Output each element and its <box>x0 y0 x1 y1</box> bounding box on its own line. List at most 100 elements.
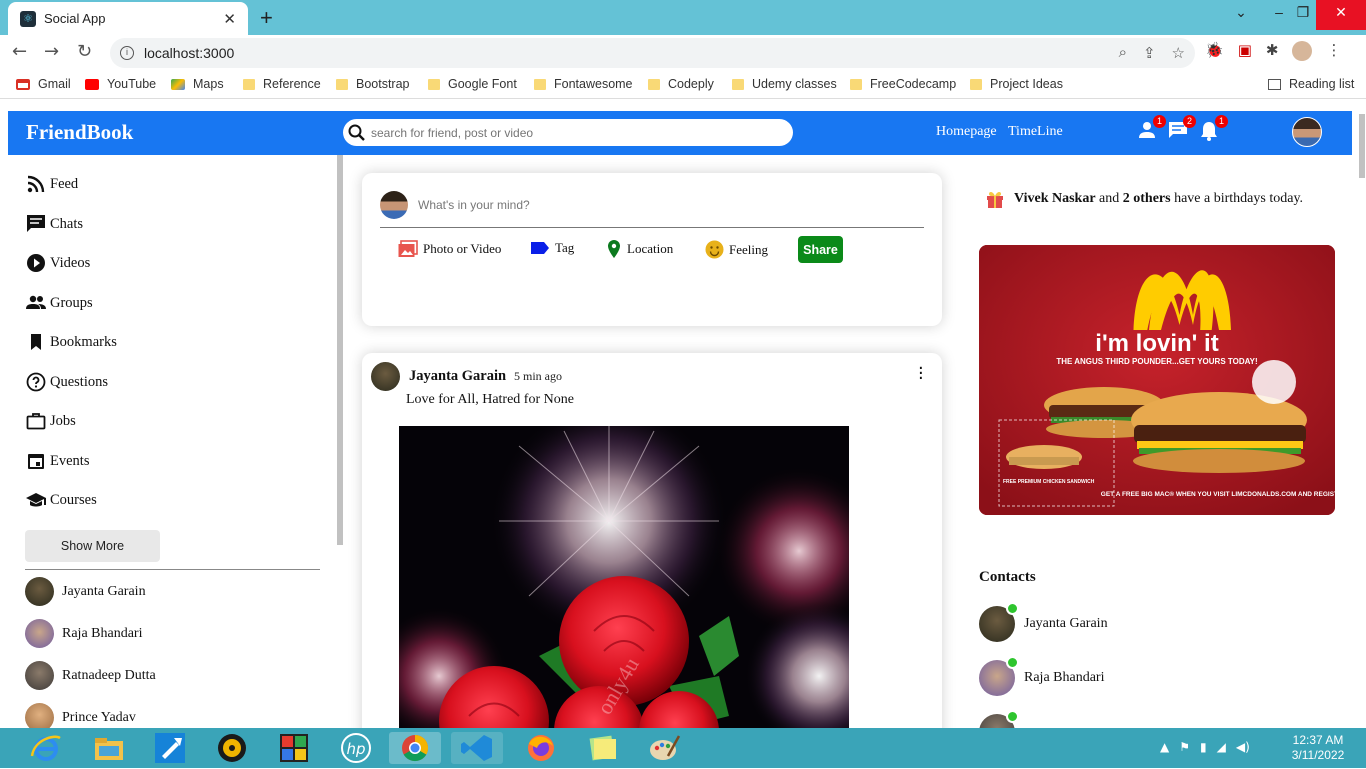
signal-icon[interactable]: ◢ <box>1217 740 1226 754</box>
avatar <box>25 661 54 690</box>
media-player-icon[interactable] <box>214 732 250 764</box>
taskbar-clock[interactable]: 12:37 AM 3/11/2022 <box>1285 733 1351 763</box>
sidebar-item-events[interactable]: Events <box>26 451 89 471</box>
bookmark-codeply[interactable]: Codeply <box>648 77 714 91</box>
site-info-icon[interactable]: i <box>120 46 134 60</box>
bookmark-icon <box>31 334 41 350</box>
sidebar-scrollbar[interactable] <box>337 155 343 545</box>
chrome-menu-icon[interactable]: ⋮ <box>1326 41 1341 61</box>
avatar <box>25 577 54 606</box>
notifications-button[interactable]: 1 <box>1200 115 1228 143</box>
bookmark-udemy[interactable]: Udemy classes <box>732 77 837 91</box>
photo-video-option[interactable]: Photo or Video <box>398 240 501 258</box>
sidebar-item-jobs[interactable]: Jobs <box>26 411 76 431</box>
contact-item[interactable]: Jayanta Garain <box>979 602 1108 642</box>
sidebar-item-chats[interactable]: Chats <box>26 214 83 234</box>
page-scrollbar[interactable] <box>1359 114 1365 178</box>
left-sidebar: Feed Chats Videos Groups Bookmarks Quest… <box>8 155 336 732</box>
avatar <box>979 602 1019 642</box>
firefox-icon[interactable] <box>523 732 559 764</box>
share-input[interactable]: What's in your mind? <box>418 198 530 212</box>
puzzle-app-icon[interactable] <box>276 732 312 764</box>
bookmark-gmail[interactable]: Gmail <box>16 77 71 91</box>
friend-item[interactable]: Ratnadeep Dutta <box>25 661 156 690</box>
timeline-link[interactable]: TimeLine <box>1008 124 1063 140</box>
homepage-link[interactable]: Homepage <box>936 124 997 140</box>
browser-tab[interactable]: ⚛ Social App ✕ <box>8 2 248 35</box>
location-option[interactable]: Location <box>606 240 673 258</box>
avatar <box>25 619 54 648</box>
friends-button[interactable]: 1 <box>1138 115 1166 143</box>
rocket-app-icon[interactable] <box>152 732 188 764</box>
window-close-icon[interactable]: ✕ <box>1316 0 1366 30</box>
photo-icon <box>398 240 418 257</box>
tab-title: Social App <box>44 11 106 26</box>
reading-list-button[interactable]: Reading list <box>1268 77 1354 91</box>
user-avatar[interactable] <box>1292 117 1322 147</box>
profile-avatar[interactable] <box>1292 41 1313 61</box>
chrome-taskbar-icon[interactable] <box>389 732 441 764</box>
folder-icon <box>428 78 440 90</box>
more-vert-icon[interactable]: · · · <box>918 360 924 388</box>
back-icon[interactable]: ← <box>12 41 27 62</box>
bookmark-reference[interactable]: Reference <box>243 77 321 91</box>
contact-item[interactable]: Raja Bhandari <box>979 656 1104 696</box>
post-image[interactable]: only4u <box>399 426 849 736</box>
svg-text:hp: hp <box>346 740 365 758</box>
school-icon <box>26 493 46 507</box>
avatar <box>979 656 1019 696</box>
search-input[interactable] <box>371 125 771 140</box>
sidebar-item-feed[interactable]: Feed <box>26 174 78 194</box>
bookmark-bootstrap[interactable]: Bootstrap <box>336 77 410 91</box>
friends-badge: 1 <box>1153 115 1166 128</box>
network-adapter-icon[interactable]: ▮ <box>1200 740 1207 754</box>
bookmark-star-icon[interactable]: ☆ <box>1172 44 1185 62</box>
show-more-button[interactable]: Show More <box>25 530 160 562</box>
chat-icon <box>27 215 45 232</box>
share-button[interactable]: Share <box>798 236 843 263</box>
avatar[interactable] <box>371 362 400 391</box>
tray-expand-icon[interactable]: ▲ <box>1160 740 1169 754</box>
app-logo[interactable]: FriendBook <box>26 120 133 145</box>
share-page-icon[interactable]: ⇪ <box>1143 44 1156 62</box>
windows-taskbar: hp ▲ ⚑ ▮ ◢ ◀) 12:37 AM 3/11/2022 <box>0 728 1366 768</box>
bookmark-maps[interactable]: Maps <box>171 77 224 91</box>
volume-icon[interactable]: ◀) <box>1236 740 1250 754</box>
ad-slogan: i'm lovin' it <box>1095 330 1218 357</box>
url-text: localhost:3000 <box>144 45 235 61</box>
zoom-icon[interactable]: ⌕ <box>1119 44 1127 62</box>
feeling-option[interactable]: Feeling <box>705 240 768 259</box>
sidebar-item-groups[interactable]: Groups <box>26 293 93 313</box>
bookmark-freecodecamp[interactable]: FreeCodecamp <box>850 77 956 91</box>
close-tab-icon[interactable]: ✕ <box>223 10 236 28</box>
paint-icon[interactable] <box>646 732 682 764</box>
hp-icon[interactable]: hp <box>338 732 374 764</box>
friend-item[interactable]: Raja Bhandari <box>25 619 142 648</box>
bookmark-fontawesome[interactable]: Fontawesome <box>534 77 633 91</box>
bookmark-youtube[interactable]: YouTube <box>85 77 156 91</box>
sidebar-item-courses[interactable]: Courses <box>26 490 97 510</box>
bug-extension-icon[interactable]: 🐞 <box>1205 41 1224 61</box>
red-extension-icon[interactable]: ▣ <box>1238 41 1252 61</box>
sticky-notes-icon[interactable] <box>585 732 621 764</box>
messages-button[interactable]: 2 <box>1168 115 1196 143</box>
friend-item[interactable]: Jayanta Garain <box>25 577 146 606</box>
vscode-icon[interactable] <box>451 732 503 764</box>
address-bar[interactable]: i localhost:3000 ⌕ ⇪ ☆ <box>110 38 1195 68</box>
reload-icon[interactable]: ↻ <box>77 41 92 62</box>
advertisement[interactable]: i'm lovin' it THE ANGUS THIRD POUNDER...… <box>979 245 1335 515</box>
flag-icon[interactable]: ⚑ <box>1179 740 1190 754</box>
sidebar-item-videos[interactable]: Videos <box>26 253 90 273</box>
file-explorer-icon[interactable] <box>91 732 127 764</box>
tag-option[interactable]: Tag <box>530 240 574 256</box>
new-tab-button[interactable]: + <box>260 5 273 31</box>
sidebar-item-questions[interactable]: Questions <box>26 372 108 392</box>
post-author[interactable]: Jayanta Garain <box>409 368 506 385</box>
sidebar-item-bookmarks[interactable]: Bookmarks <box>26 332 117 352</box>
bookmark-project-ideas[interactable]: Project Ideas <box>970 77 1063 91</box>
bookmark-google-font[interactable]: Google Font <box>428 77 517 91</box>
internet-explorer-icon[interactable] <box>28 732 64 764</box>
forward-icon[interactable]: → <box>44 41 59 62</box>
messages-badge: 2 <box>1183 115 1196 128</box>
puzzle-icon[interactable]: ✱ <box>1266 41 1279 61</box>
